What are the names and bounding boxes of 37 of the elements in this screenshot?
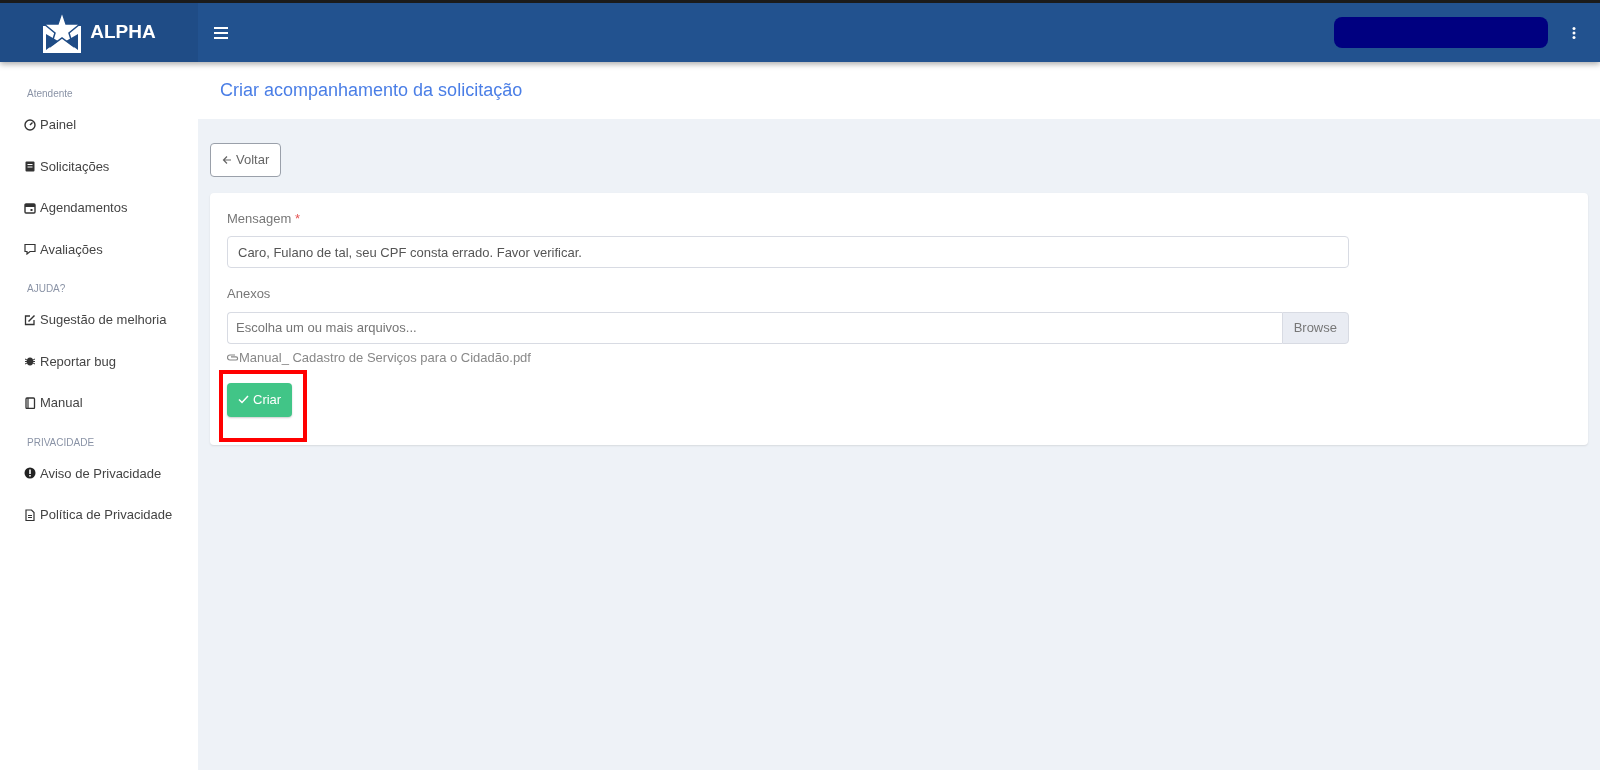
browse-button[interactable]: Browse bbox=[1281, 311, 1349, 344]
attachments-label: Anexos bbox=[227, 285, 272, 303]
more-options-icon[interactable] bbox=[1572, 26, 1576, 39]
left-arrow-icon bbox=[222, 154, 232, 165]
sidebar-item[interactable]: Aviso de Privacidade bbox=[24, 463, 198, 483]
attachment-link[interactable]: Manual_ Cadastro de Serviços para o Cidadão.pdf bbox=[239, 347, 531, 367]
file-input[interactable]: Escolha um ou mais arquivos... bbox=[227, 311, 1282, 344]
back-button[interactable]: Voltar bbox=[210, 143, 282, 177]
comment-icon bbox=[24, 243, 36, 256]
sidebar-item[interactable]: Agendamentos bbox=[24, 198, 198, 218]
sidebar-item[interactable]: Solicitações bbox=[24, 156, 198, 176]
page-title: Criar acompanhamento da solicitação bbox=[220, 79, 523, 102]
required-mark: * bbox=[294, 210, 300, 226]
sidebar-item[interactable]: Reportar bug bbox=[24, 351, 198, 371]
message-field[interactable]: Caro, Fulano de tal, seu CPF consta errado. Favor verificar. bbox=[227, 236, 1349, 268]
sidebar-section-title: PRIVACIDADE bbox=[27, 435, 96, 450]
brand-name: ALPHA bbox=[90, 20, 156, 45]
gauge-icon bbox=[24, 118, 36, 131]
bug-icon bbox=[24, 355, 36, 368]
sidebar-item[interactable]: Política de Privacidade bbox=[24, 505, 198, 525]
document-icon bbox=[24, 508, 36, 521]
edit-icon bbox=[24, 313, 36, 326]
book-icon bbox=[24, 396, 36, 409]
paperclip-icon bbox=[227, 353, 239, 361]
sidebar-section-title: AJUDA? bbox=[27, 282, 67, 296]
check-icon bbox=[238, 395, 249, 405]
sidebar-item[interactable]: Avaliações bbox=[24, 239, 198, 259]
sidebar-item[interactable]: Painel bbox=[24, 115, 198, 135]
sidebar-item[interactable]: Manual bbox=[24, 393, 198, 413]
menu-icon[interactable] bbox=[214, 26, 228, 39]
star-logo-icon bbox=[42, 11, 83, 54]
sidebar-section-title: Atendente bbox=[27, 87, 74, 101]
alert-icon bbox=[24, 467, 36, 480]
message-label: Mensagem bbox=[227, 210, 292, 226]
calendar-icon bbox=[24, 201, 36, 214]
sidebar-item[interactable]: Sugestão de melhoria bbox=[24, 310, 198, 330]
clipboard-icon bbox=[24, 160, 36, 173]
